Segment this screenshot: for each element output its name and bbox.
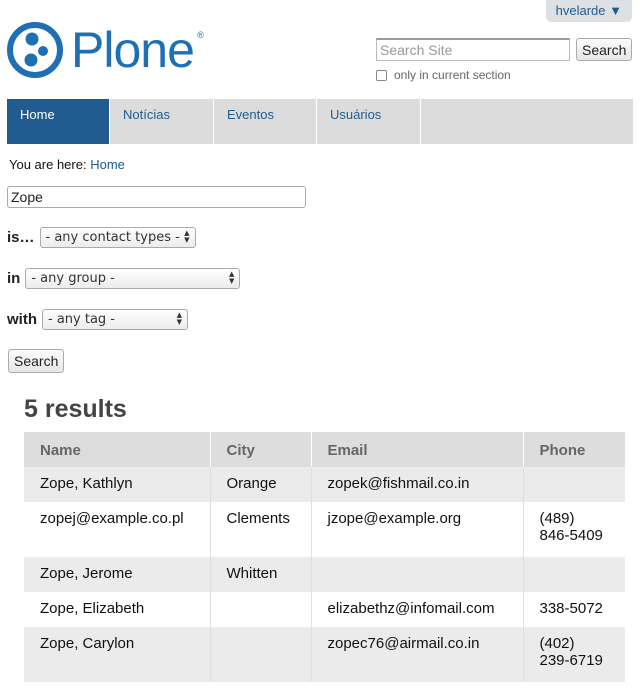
current-section-checkbox[interactable] xyxy=(376,69,387,81)
site-search: Search only in current section xyxy=(376,38,633,82)
breadcrumb-home-link[interactable]: Home xyxy=(90,157,125,172)
group-label: in xyxy=(7,270,21,287)
cell-name[interactable]: Zope, Jerome xyxy=(24,557,211,592)
cell-phone xyxy=(523,557,625,592)
search-button[interactable]: Search xyxy=(576,38,633,61)
cell-phone: (489) 846-5409 xyxy=(523,502,625,557)
tag-value: - any tag - xyxy=(48,312,115,327)
cell-name[interactable]: Zope, Kathlyn xyxy=(24,467,211,502)
plone-logo[interactable]: Plone ® xyxy=(7,22,204,78)
group-select[interactable]: - any group - ▲ ▼ xyxy=(25,268,241,289)
current-section-label: only in current section xyxy=(394,68,511,82)
cell-phone xyxy=(523,467,625,502)
cell-city xyxy=(210,627,312,682)
search-input[interactable] xyxy=(376,38,570,61)
cell-name[interactable]: zopej@example.co.pl xyxy=(24,502,211,557)
column-header-phone[interactable]: Phone xyxy=(523,432,625,467)
logo-text: Plone ® xyxy=(71,22,204,78)
nav-tab-noticias[interactable]: Notícias xyxy=(110,99,214,144)
tag-select[interactable]: - any tag - ▲ ▼ xyxy=(42,309,188,330)
main-navigation: Home Notícias Eventos Usuários xyxy=(7,99,633,144)
cell-city: Clements xyxy=(210,502,312,557)
column-header-email[interactable]: Email xyxy=(311,432,524,467)
contact-type-select[interactable]: - any contact types - ▲ ▼ xyxy=(39,227,196,248)
current-section-option[interactable]: only in current section xyxy=(376,68,511,82)
table-header-row: Name City Email Phone xyxy=(24,432,625,467)
table-row: zopej@example.co.pl Clements jzope@examp… xyxy=(24,502,625,557)
select-arrows-icon: ▲ ▼ xyxy=(228,270,235,285)
table-row: Zope, Jerome Whitten xyxy=(24,557,625,592)
breadcrumb: You are here: Home xyxy=(9,157,125,172)
group-value: - any group - xyxy=(31,271,115,286)
plone-logo-icon xyxy=(7,22,63,78)
cell-email[interactable]: jzope@example.org xyxy=(311,502,524,557)
nav-tab-usuarios[interactable]: Usuários xyxy=(317,99,421,144)
cell-name[interactable]: Zope, Carylon xyxy=(24,627,211,682)
cell-city xyxy=(210,592,312,627)
cell-email[interactable]: zopec76@airmail.co.in xyxy=(311,627,524,682)
nav-tab-eventos[interactable]: Eventos xyxy=(214,99,317,144)
nav-tab-home[interactable]: Home xyxy=(7,99,110,144)
filter-search-button[interactable]: Search xyxy=(8,349,65,373)
table-row: Zope, Elizabeth elizabethz@infomail.com … xyxy=(24,592,625,627)
cell-email[interactable]: elizabethz@infomail.com xyxy=(311,592,524,627)
tag-label: with xyxy=(7,311,37,328)
contact-search-input[interactable] xyxy=(7,186,306,208)
cell-email[interactable]: zopek@fishmail.co.in xyxy=(311,467,524,502)
select-arrows-icon: ▲ ▼ xyxy=(184,229,190,244)
cell-email[interactable] xyxy=(311,557,524,592)
cell-name[interactable]: Zope, Elizabeth xyxy=(24,592,211,627)
table-row: Zope, Kathlyn Orange zopek@fishmail.co.i… xyxy=(24,467,625,502)
contact-type-filter: is… - any contact types - ▲ ▼ xyxy=(7,227,196,248)
cell-phone: (402) 239-6719 xyxy=(523,627,625,682)
cell-phone: 338-5072 xyxy=(523,592,625,627)
tag-filter: with - any tag - ▲ ▼ xyxy=(7,309,188,330)
contact-type-value: - any contact types - xyxy=(45,230,180,245)
column-header-name[interactable]: Name xyxy=(24,432,211,467)
contact-type-label: is… xyxy=(7,229,35,246)
select-arrows-icon: ▲ ▼ xyxy=(176,311,182,326)
results-table: Name City Email Phone Zope, Kathlyn Oran… xyxy=(24,432,625,682)
cell-city: Whitten xyxy=(210,557,312,592)
column-header-city[interactable]: City xyxy=(210,432,312,467)
breadcrumb-prefix: You are here: xyxy=(9,157,87,172)
results-count-heading: 5 results xyxy=(24,395,127,423)
table-row: Zope, Carylon zopec76@airmail.co.in (402… xyxy=(24,627,625,682)
group-filter: in - any group - ▲ ▼ xyxy=(7,268,241,289)
user-menu[interactable]: hvelarde ▼ xyxy=(545,0,632,22)
cell-city: Orange xyxy=(210,467,312,502)
